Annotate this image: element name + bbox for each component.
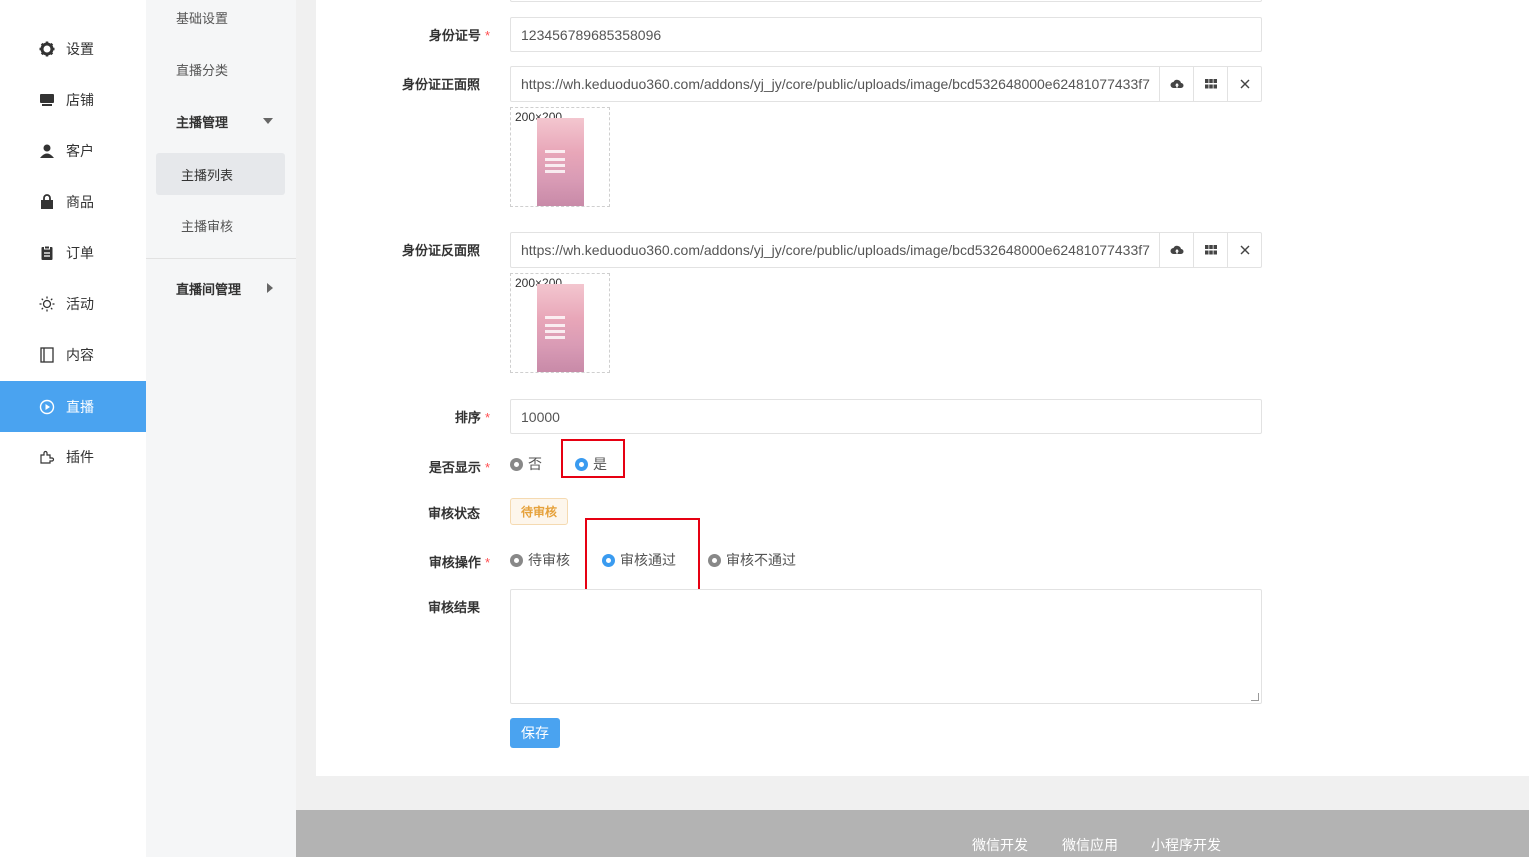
display-radio-no[interactable]: 否 — [510, 454, 542, 474]
subnav-label: 直播分类 — [176, 62, 229, 78]
highlight-box — [561, 439, 625, 478]
cloud-upload-icon[interactable] — [1159, 67, 1193, 101]
subnav-label: 直播间管理 — [176, 281, 242, 297]
id-number-input[interactable]: 123456789685358096 — [510, 17, 1262, 52]
id-back-image — [537, 284, 584, 372]
review-radio-pending[interactable]: 待审核 — [510, 550, 570, 570]
subnav-label: 主播管理 — [176, 114, 229, 130]
id-back-thumbnail[interactable]: 200×200 — [510, 273, 610, 373]
display-label: 是否显示 * — [428, 460, 490, 475]
id-front-image — [537, 118, 584, 206]
id-front-url-input[interactable]: https://wh.keduoduo360.com/addons/yj_jy/… — [511, 67, 1159, 101]
subnav-label: 主播审核 — [181, 218, 234, 234]
save-button[interactable]: 保存 — [510, 718, 560, 748]
nav-label: 活动 — [66, 295, 94, 312]
clipboard-icon — [38, 244, 56, 262]
highlight-box — [585, 518, 700, 598]
book-icon — [38, 346, 56, 364]
grid-icon[interactable] — [1193, 233, 1227, 267]
subnav-anchor-review[interactable]: 主播审核 — [156, 204, 285, 246]
id-back-url-input[interactable]: https://wh.keduoduo360.com/addons/yj_jy/… — [511, 233, 1159, 267]
previous-field-input[interactable] — [510, 0, 1262, 2]
nav-item-content[interactable]: 内容 — [0, 329, 146, 380]
close-icon[interactable] — [1227, 233, 1261, 267]
nav-label: 设置 — [66, 40, 94, 57]
review-action-label: 审核操作 * — [428, 555, 490, 570]
nav-item-plugin[interactable]: 插件 — [0, 431, 146, 482]
play-icon — [38, 398, 56, 416]
subnav-basic-settings[interactable]: 基础设置 — [156, 0, 285, 38]
nav-label: 商品 — [66, 193, 94, 210]
review-radio-reject[interactable]: 审核不通过 — [708, 550, 796, 570]
resize-handle-icon[interactable] — [1251, 693, 1259, 701]
review-result-label: 审核结果 — [427, 600, 480, 615]
sort-label: 排序 * — [454, 410, 490, 425]
subnav-room-group[interactable]: 直播间管理 — [156, 267, 285, 309]
footer-link-wechat-app[interactable]: 微信应用 — [1062, 835, 1118, 855]
bag-icon — [38, 193, 56, 211]
id-front-thumbnail[interactable]: 200×200 — [510, 107, 610, 207]
nav-item-customer[interactable]: 客户 — [0, 125, 146, 176]
nav-item-settings[interactable]: 设置 — [0, 23, 146, 74]
grid-icon[interactable] — [1193, 67, 1227, 101]
nav-item-goods[interactable]: 商品 — [0, 176, 146, 227]
subnav-anchor-group[interactable]: 主播管理 — [156, 100, 285, 142]
cloud-upload-icon[interactable] — [1159, 233, 1193, 267]
radio-dot — [708, 553, 721, 567]
nav-label: 内容 — [66, 346, 94, 363]
store-icon — [38, 91, 56, 109]
footer: 微信开发 微信应用 小程序开发 — [296, 810, 1529, 857]
review-status-label: 审核状态 — [427, 506, 480, 521]
nav-item-store[interactable]: 店铺 — [0, 74, 146, 125]
footer-link-wechat-dev[interactable]: 微信开发 — [972, 835, 1028, 855]
nav-label: 直播 — [66, 398, 94, 415]
id-front-upload: https://wh.keduoduo360.com/addons/yj_jy/… — [510, 66, 1262, 102]
puzzle-icon — [38, 448, 56, 466]
subnav-divider — [146, 258, 296, 259]
subnav-label: 主播列表 — [181, 167, 234, 183]
nav-label: 插件 — [66, 448, 94, 465]
nav-label: 客户 — [66, 142, 94, 159]
subnav-anchor-list[interactable]: 主播列表 — [156, 153, 285, 195]
close-icon[interactable] — [1227, 67, 1261, 101]
id-back-upload: https://wh.keduoduo360.com/addons/yj_jy/… — [510, 232, 1262, 268]
nav-label: 店铺 — [66, 91, 94, 108]
subnav-live-category[interactable]: 直播分类 — [156, 48, 285, 90]
chevron-down-icon — [263, 118, 273, 124]
radio-dot — [510, 457, 523, 471]
id-number-label: 身份证号 * — [428, 28, 490, 43]
subnav-label: 基础设置 — [176, 10, 229, 26]
main-sidebar: 设置 店铺 客户 商品 订单 活动 内容 直播 插件 — [0, 0, 146, 857]
nav-item-live[interactable]: 直播 — [0, 381, 146, 432]
radio-dot — [510, 553, 523, 567]
status-badge: 待审核 — [510, 498, 568, 525]
nav-item-activity[interactable]: 活动 — [0, 278, 146, 329]
chevron-right-icon — [267, 283, 273, 293]
nav-item-order[interactable]: 订单 — [0, 227, 146, 278]
user-icon — [38, 142, 56, 160]
review-result-textarea[interactable] — [510, 589, 1262, 704]
sub-sidebar: 基础设置 直播分类 主播管理 主播列表 主播审核 直播间管理 — [146, 0, 296, 857]
id-front-label: 身份证正面照 — [401, 77, 480, 92]
sun-icon — [38, 295, 56, 313]
sort-input[interactable]: 10000 — [510, 399, 1262, 434]
gear-icon — [38, 40, 56, 58]
nav-label: 订单 — [66, 244, 94, 261]
footer-link-miniprogram[interactable]: 小程序开发 — [1151, 835, 1221, 855]
id-back-label: 身份证反面照 — [401, 243, 480, 258]
